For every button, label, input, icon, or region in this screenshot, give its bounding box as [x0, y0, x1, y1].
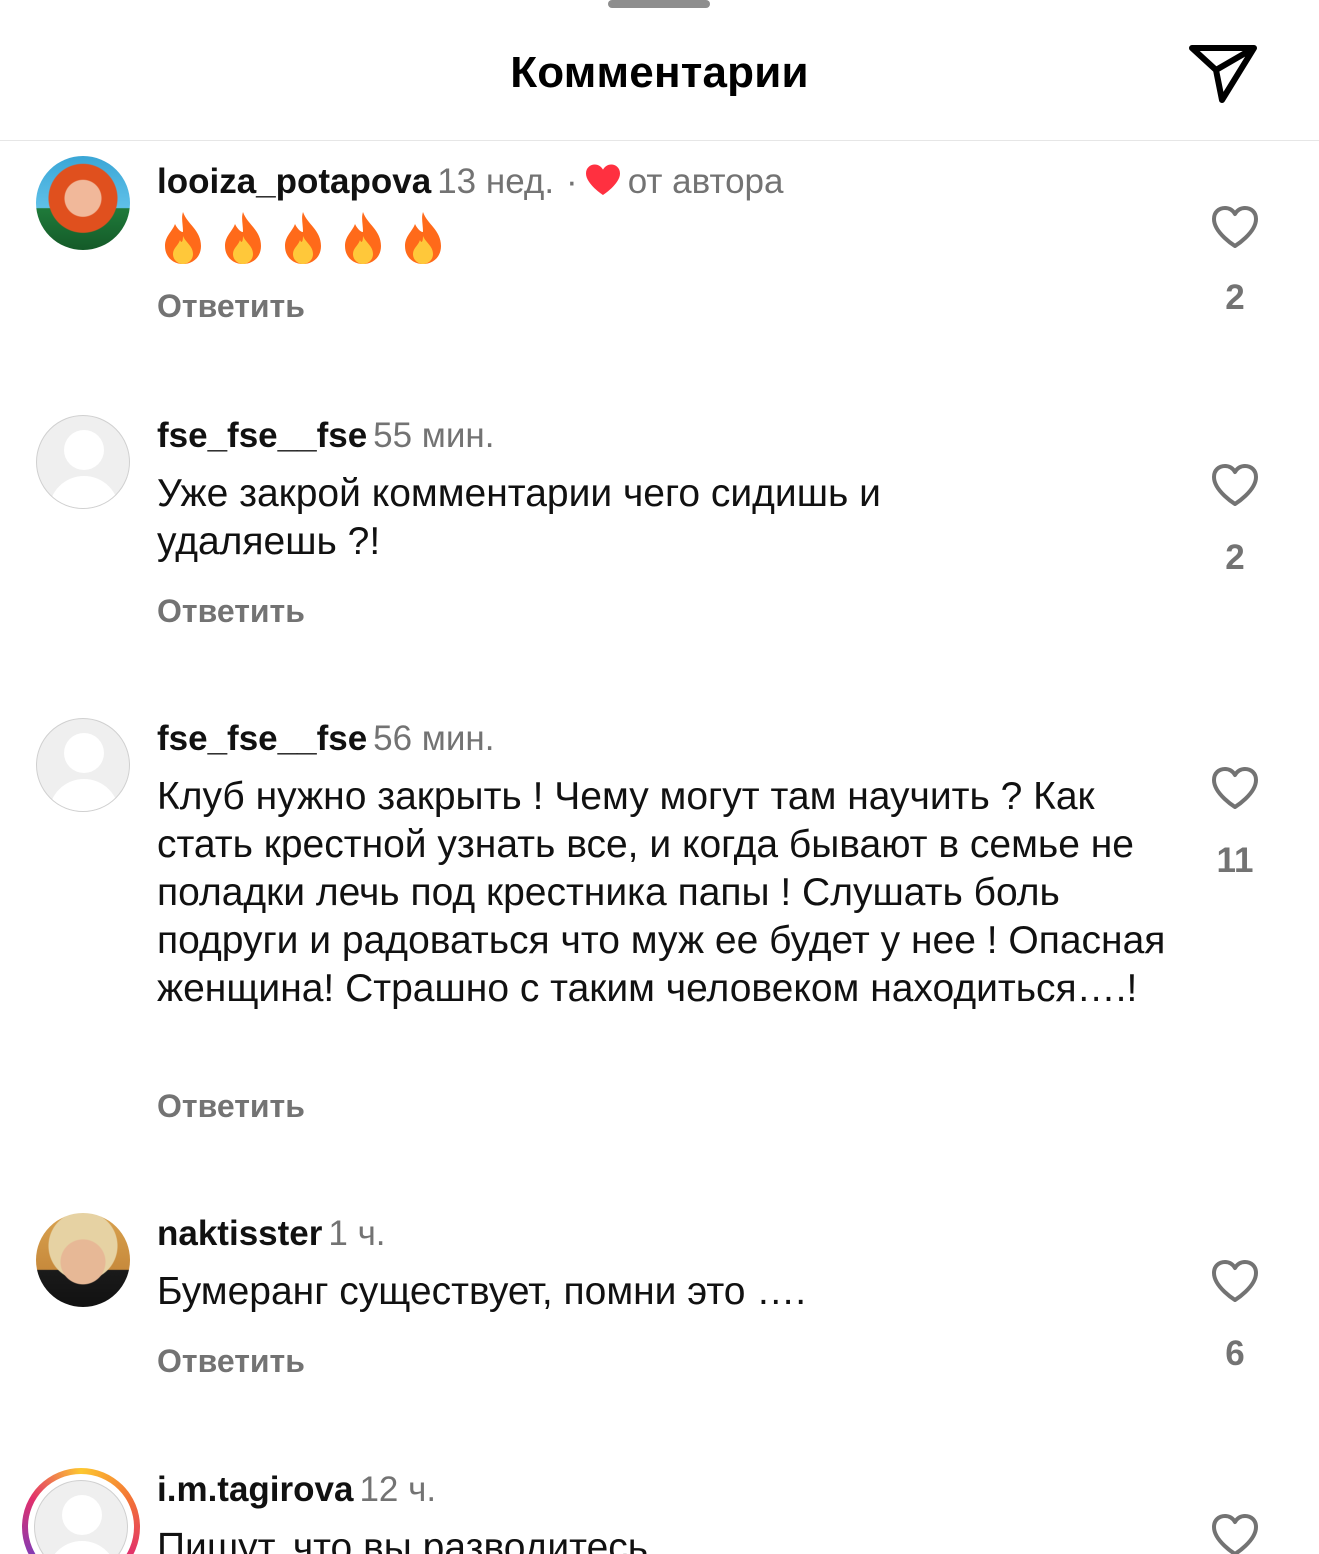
- comment-text: 🔥🔥🔥🔥🔥: [157, 210, 1167, 266]
- avatar-placeholder-head: [64, 430, 104, 470]
- username[interactable]: naktisster: [157, 1214, 322, 1253]
- comment-time: 12 ч.: [359, 1470, 437, 1509]
- comment-meta: fse_fse__fse 56 мин.: [157, 719, 494, 759]
- avatar[interactable]: [36, 415, 130, 509]
- comment-time: 56 мин.: [373, 719, 495, 758]
- heart-outline-icon[interactable]: [1210, 1512, 1260, 1554]
- heart-filled-icon: [585, 164, 620, 195]
- reply-button[interactable]: Ответить: [157, 593, 305, 630]
- avatar-placeholder-body: [47, 1541, 117, 1554]
- like-count: 11: [1216, 841, 1254, 880]
- username[interactable]: fse_fse__fse: [157, 719, 367, 758]
- reply-button[interactable]: Ответить: [157, 1343, 305, 1380]
- comment-meta: looiza_potapova 13 нед. · от автора: [157, 162, 783, 202]
- fire-emoji-icon: [405, 212, 441, 264]
- comments-header: Комментарии: [0, 0, 1319, 141]
- heart-outline-icon[interactable]: [1210, 765, 1260, 811]
- page-title: Комментарии: [510, 48, 809, 97]
- share-button[interactable]: [1186, 40, 1260, 106]
- avatar-placeholder-body: [49, 476, 119, 508]
- username[interactable]: fse_fse__fse: [157, 416, 367, 455]
- like-count: 2: [1225, 538, 1245, 577]
- comment-text: Бумеранг существует, помни это ….: [157, 1270, 807, 1313]
- avatar[interactable]: [36, 718, 130, 812]
- comment-meta: naktisster 1 ч.: [157, 1214, 386, 1254]
- fire-emoji-icon: [165, 212, 201, 264]
- comment-meta: fse_fse__fse 55 мин.: [157, 416, 494, 456]
- comment-meta: i.m.tagirova 12 ч.: [157, 1470, 436, 1510]
- fire-emoji-icon: [225, 212, 261, 264]
- comment-text: Уже закрой комментарии чего сидишь и уда…: [157, 472, 881, 563]
- reply-button[interactable]: Ответить: [157, 288, 305, 325]
- avatar-placeholder-body: [49, 779, 119, 811]
- story-ring[interactable]: [22, 1468, 140, 1554]
- username[interactable]: i.m.tagirova: [157, 1470, 353, 1509]
- comments-sheet: Комментарии looiza_potapova 13 нед. · от ав…: [0, 0, 1319, 1554]
- comment-time: 13 нед.: [437, 162, 555, 201]
- username[interactable]: looiza_potapova: [157, 162, 431, 201]
- avatar-placeholder-head: [64, 733, 104, 773]
- heart-outline-icon[interactable]: [1210, 462, 1260, 508]
- comment-text: Пишут, что вы разводитесь: [157, 1526, 649, 1554]
- fire-emoji-icon: [285, 212, 321, 264]
- avatar[interactable]: [36, 1213, 130, 1307]
- emoji-row: [157, 210, 1167, 266]
- author-badge: от автора: [627, 162, 784, 201]
- comment-time: 55 мин.: [373, 416, 495, 455]
- heart-outline-icon[interactable]: [1210, 204, 1260, 250]
- avatar[interactable]: [36, 156, 130, 250]
- reply-button[interactable]: Ответить: [157, 1088, 305, 1125]
- comment-text: Клуб нужно закрыть ! Чему могут там науч…: [157, 775, 1166, 1010]
- like-count: 6: [1225, 1334, 1245, 1373]
- paper-plane-icon: [1189, 45, 1257, 103]
- separator: ·: [566, 162, 578, 201]
- like-count: 2: [1225, 278, 1245, 317]
- fire-emoji-icon: [345, 212, 381, 264]
- heart-outline-icon[interactable]: [1210, 1258, 1260, 1304]
- avatar-placeholder-head: [62, 1495, 102, 1535]
- comment-time: 1 ч.: [328, 1214, 386, 1253]
